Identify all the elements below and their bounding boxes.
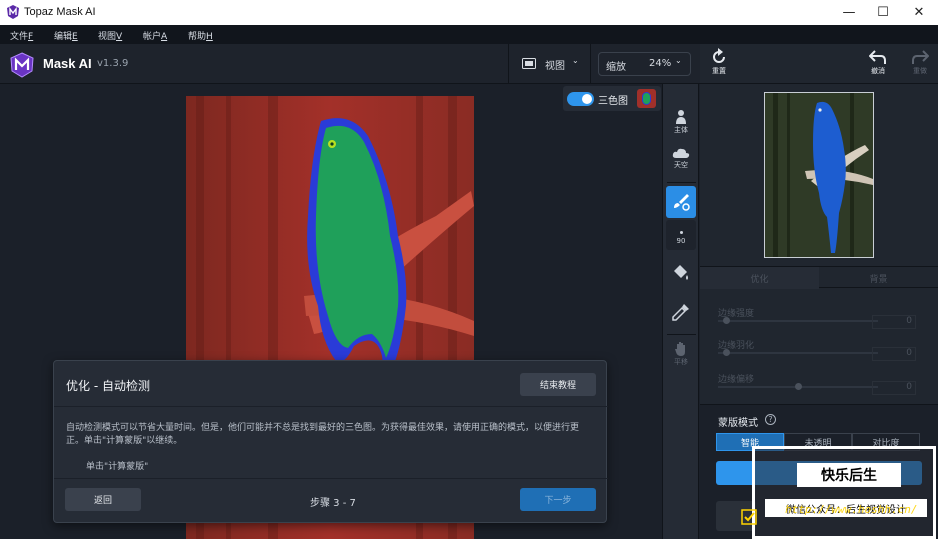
undo-label: 撤消 — [871, 67, 885, 75]
main-toolbar: Mask AI v1.3.9 视图 ⌄ 缩放 24% ⌄ — [0, 44, 700, 84]
display-icon — [522, 58, 536, 69]
back-button[interactable]: 返回 — [65, 488, 141, 511]
reset-button[interactable]: 重置 — [704, 48, 734, 82]
dialog-hint-text: 单击"计算蒙版" — [86, 462, 149, 472]
reset-label: 重置 — [712, 67, 726, 75]
paint-bucket-icon — [674, 265, 688, 280]
navigator-image — [765, 93, 873, 257]
panel-tabs: 优化 背景 — [700, 266, 938, 289]
undo-icon — [869, 50, 886, 64]
trimap-toggle[interactable]: 三色图 — [563, 86, 661, 111]
redo-button[interactable]: 重做 — [905, 48, 935, 82]
app-brand: Mask AI — [43, 56, 92, 71]
menu-account[interactable]: 帐户A — [143, 29, 167, 42]
minimize-button[interactable]: — — [832, 0, 866, 25]
fill-tool[interactable] — [666, 258, 696, 290]
mask-ai-logo-icon — [10, 52, 34, 78]
app-logo-icon — [7, 5, 19, 19]
person-icon — [676, 110, 686, 124]
menu-help[interactable]: 帮助H — [188, 29, 213, 42]
watermark-url: http://www.hoshh.cn/ — [785, 503, 918, 516]
view-label: 视图 — [545, 61, 565, 72]
edge-strength-slider[interactable]: 边缘强度 0 — [718, 306, 918, 330]
close-button[interactable]: ✕ — [902, 0, 936, 25]
slider-track[interactable] — [718, 352, 878, 354]
dialog-divider — [54, 478, 608, 479]
brush-size-indicator[interactable]: 90 — [666, 220, 696, 250]
sky-tool[interactable]: 天空 — [666, 142, 696, 174]
toolbar-divider — [508, 44, 509, 84]
slider-knob[interactable] — [723, 317, 730, 324]
brush-tool[interactable] — [666, 186, 696, 218]
step-indicator: 步骤 3 - 7 — [310, 498, 356, 509]
cloud-icon — [672, 148, 690, 158]
reset-icon — [713, 48, 725, 63]
eyedropper-icon — [672, 304, 689, 321]
tool-divider — [667, 334, 696, 335]
slider-value[interactable]: 0 — [872, 315, 916, 329]
eyedropper-tool[interactable] — [666, 296, 696, 328]
slider-knob[interactable] — [723, 349, 730, 356]
tab-background[interactable]: 背景 — [819, 267, 938, 289]
zoom-control[interactable]: 缩放 24% ⌄ — [598, 52, 691, 76]
next-button[interactable]: 下一步 — [520, 488, 596, 511]
slider-value[interactable]: 0 — [872, 347, 916, 361]
slider-label: 边缘偏移 — [718, 375, 755, 385]
pan-tool-label: 平移 — [674, 358, 688, 366]
menu-bar: 文件F 编辑E 视图V 帐户A 帮助H — [0, 25, 938, 44]
watermark-title: 快乐后生 — [797, 463, 901, 487]
trimap-label: 三色图 — [598, 96, 628, 107]
dialog-body-text: 自动检测模式可以节省大量时间。但是，他们可能并不总是找到最好的三色图。为获得最佳… — [66, 423, 580, 446]
zoom-label: 缩放 — [606, 62, 626, 73]
menu-file[interactable]: 文件F — [10, 29, 33, 42]
subject-tool[interactable]: 主体 — [666, 106, 696, 138]
brush-gear-icon — [674, 194, 690, 211]
end-tutorial-button[interactable]: 结束教程 — [520, 373, 596, 396]
brush-size-value: 90 — [676, 237, 686, 245]
navigator-thumbnail[interactable] — [764, 92, 874, 258]
slider-track[interactable] — [718, 320, 878, 322]
watermark-overlay: 快乐后生 微信公众号：后生视觉设计 http://www.hoshh.cn/ — [741, 446, 936, 539]
redo-label: 重做 — [913, 67, 927, 75]
chevron-down-icon: ⌄ — [675, 56, 682, 65]
subject-tool-label: 主体 — [674, 126, 688, 134]
tab-refine[interactable]: 优化 — [700, 267, 819, 289]
view-mode-button[interactable]: 视图 ⌄ — [516, 52, 582, 76]
window-titlebar: Topaz Mask AI — ☐ ✕ — [0, 0, 938, 25]
edge-feather-slider[interactable]: 边缘羽化 0 — [718, 338, 918, 362]
help-icon[interactable]: ? — [765, 414, 776, 425]
app-version: v1.3.9 — [97, 58, 129, 69]
redo-icon — [912, 50, 929, 64]
menu-edit[interactable]: 编辑E — [54, 29, 78, 42]
tutorial-dialog: 优化 - 自动检测 结束教程 自动检测模式可以节省大量时间。但是，他们可能并不总… — [53, 360, 608, 523]
toolbar-divider — [590, 44, 591, 84]
image-canvas[interactable]: 优化 - 自动检测 结束教程 自动检测模式可以节省大量时间。但是，他们可能并不总… — [0, 84, 662, 539]
chevron-down-icon: ⌄ — [572, 56, 579, 65]
undo-button[interactable]: 撤消 — [863, 48, 893, 82]
check-icon — [741, 509, 757, 525]
brush-dot-icon — [679, 231, 683, 234]
maximize-button[interactable]: ☐ — [866, 0, 900, 25]
tool-strip: 主体 天空 90 平移 — [662, 84, 699, 539]
pan-tool[interactable]: 平移 — [666, 338, 696, 370]
trimap-color-swatch-icon[interactable] — [637, 89, 656, 108]
sky-tool-label: 天空 — [674, 161, 688, 169]
menu-view[interactable]: 视图V — [98, 29, 122, 42]
zoom-value: 24% — [649, 58, 672, 69]
slider-knob[interactable] — [795, 383, 802, 390]
dialog-divider — [54, 406, 608, 407]
toggle-switch[interactable] — [567, 92, 594, 106]
edge-offset-slider[interactable]: 边缘偏移 0 — [718, 372, 918, 396]
slider-value[interactable]: 0 — [872, 381, 916, 395]
window-title: Topaz Mask AI — [24, 6, 96, 18]
tool-divider — [667, 182, 696, 183]
hand-icon — [675, 342, 685, 356]
mask-mode-label: 蒙版模式 — [718, 418, 758, 429]
history-bar: 重置 撤消 重做 — [700, 44, 938, 84]
dialog-title: 优化 - 自动检测 — [66, 379, 150, 393]
